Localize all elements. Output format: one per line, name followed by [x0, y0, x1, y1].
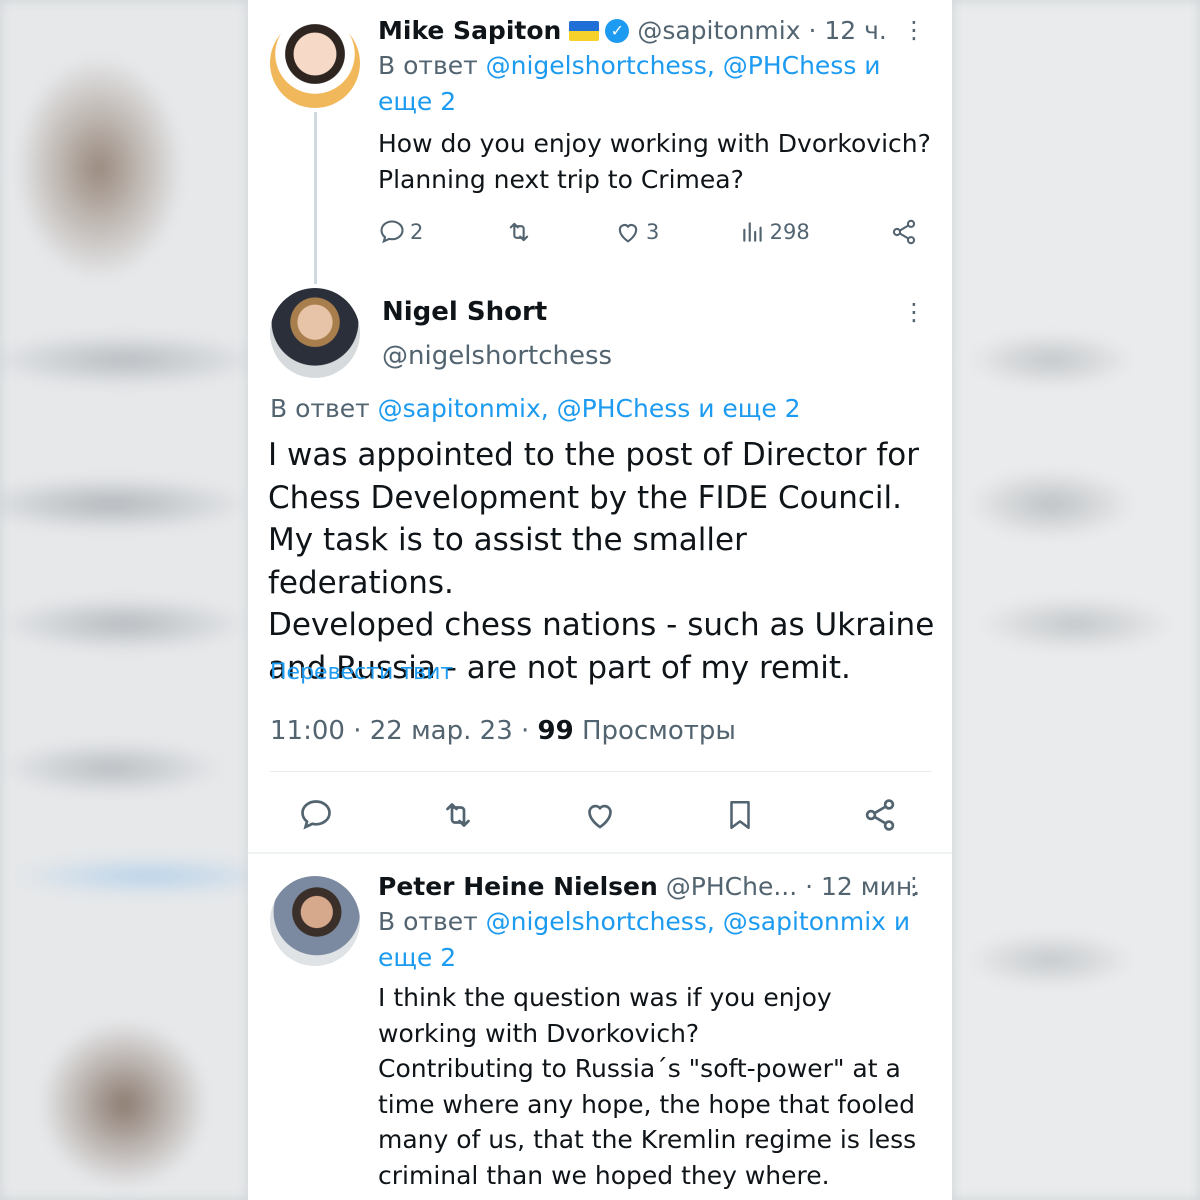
tweet-reply-3[interactable]: Peter Heine Nielsen @PHChe... · 12 мин. …	[378, 870, 938, 1194]
translate-tweet-link[interactable]: Перевести твит	[270, 660, 453, 685]
bookmark-button[interactable]	[723, 797, 757, 833]
views-button[interactable]: 298	[740, 219, 810, 245]
like-icon	[618, 224, 638, 243]
tweet-text: I think the question was if you enjoy wo…	[378, 983, 917, 1190]
like-button[interactable]	[582, 797, 618, 833]
author-block: Nigel Short @nigelshortchess	[382, 294, 612, 374]
retweet-icon	[446, 803, 470, 827]
like-icon	[588, 804, 612, 829]
share-icon	[892, 219, 916, 245]
reply-count: 2	[410, 220, 424, 244]
reply-targets-link[interactable]: @nigelshortchess, @PHChess и	[486, 51, 881, 80]
reply-button[interactable]	[298, 797, 334, 833]
blurred-background-right	[952, 0, 1200, 1200]
reply-more-link[interactable]: еще 2	[378, 87, 456, 116]
author-name[interactable]: Nigel Short	[382, 294, 612, 330]
author-name[interactable]: Mike Sapiton	[378, 14, 561, 48]
timestamp[interactable]: 11:00 · 22 мар. 23 ·	[270, 716, 529, 746]
retweet-button[interactable]	[504, 218, 534, 246]
ukraine-flag-icon	[569, 21, 600, 41]
reply-to-line: В ответ @sapitonmix, @PHChess и еще 2	[270, 394, 801, 423]
bookmark-icon	[730, 800, 750, 830]
retweet-icon	[509, 222, 528, 242]
author-handle[interactable]: @nigelshortchess	[382, 338, 612, 374]
reply-targets-link[interactable]: @sapitonmix, @PHChess и еще 2	[378, 394, 801, 423]
share-button[interactable]	[890, 218, 918, 246]
more-icon[interactable]: ⋮	[902, 874, 926, 898]
reply-button[interactable]: 2	[378, 218, 423, 246]
thread-connector	[314, 112, 317, 284]
retweet-button[interactable]	[439, 797, 477, 833]
reply-to-line: В ответ @nigelshortchess, @PHChess и еще…	[378, 51, 881, 116]
more-icon[interactable]: ⋮	[902, 18, 926, 42]
section-separator	[248, 852, 952, 854]
divider	[270, 771, 932, 772]
blurred-background-left	[0, 0, 248, 1200]
author-handle-time[interactable]: @PHChe... · 12 мин.	[666, 870, 920, 904]
like-count: 3	[645, 220, 660, 244]
avatar[interactable]	[270, 876, 360, 966]
reply-icon	[380, 220, 404, 244]
reply-icon	[301, 800, 331, 830]
tweet-text: I was appointed to the post of Director …	[268, 437, 935, 686]
more-icon[interactable]: ⋮	[902, 300, 926, 324]
avatar[interactable]	[270, 18, 360, 108]
tweet-actions: 2 3 298	[378, 212, 918, 252]
share-button[interactable]	[862, 797, 898, 833]
verified-icon: ✓	[605, 19, 630, 43]
like-button[interactable]: 3	[614, 218, 659, 246]
reply-to-line: В ответ @nigelshortchess, @sapitonmix и …	[378, 907, 911, 972]
avatar[interactable]	[270, 288, 360, 378]
tweet-reply-1[interactable]: Mike Sapiton ✓ @sapitonmix · 12 ч. В отв…	[378, 14, 938, 198]
tweet-actions-main	[298, 790, 898, 840]
share-icon	[865, 799, 895, 831]
tweet-meta: 11:00 · 22 мар. 23 · 99 Просмотры	[270, 716, 736, 746]
tweet-text: How do you enjoy working with Dvorkovich…	[378, 129, 931, 194]
reply-targets-link[interactable]: @nigelshortchess, @sapitonmix и	[486, 907, 911, 936]
views-icon	[742, 222, 762, 242]
views-count: 99	[537, 716, 574, 746]
reply-more-link[interactable]: еще 2	[378, 943, 456, 972]
author-name[interactable]: Peter Heine Nielsen	[378, 870, 658, 904]
views-count: 298	[769, 220, 810, 244]
views-label[interactable]: Просмотры	[582, 716, 736, 746]
author-handle-time[interactable]: @sapitonmix · 12 ч.	[637, 14, 887, 48]
tweet-thread: Mike Sapiton ✓ @sapitonmix · 12 ч. В отв…	[248, 0, 952, 1200]
